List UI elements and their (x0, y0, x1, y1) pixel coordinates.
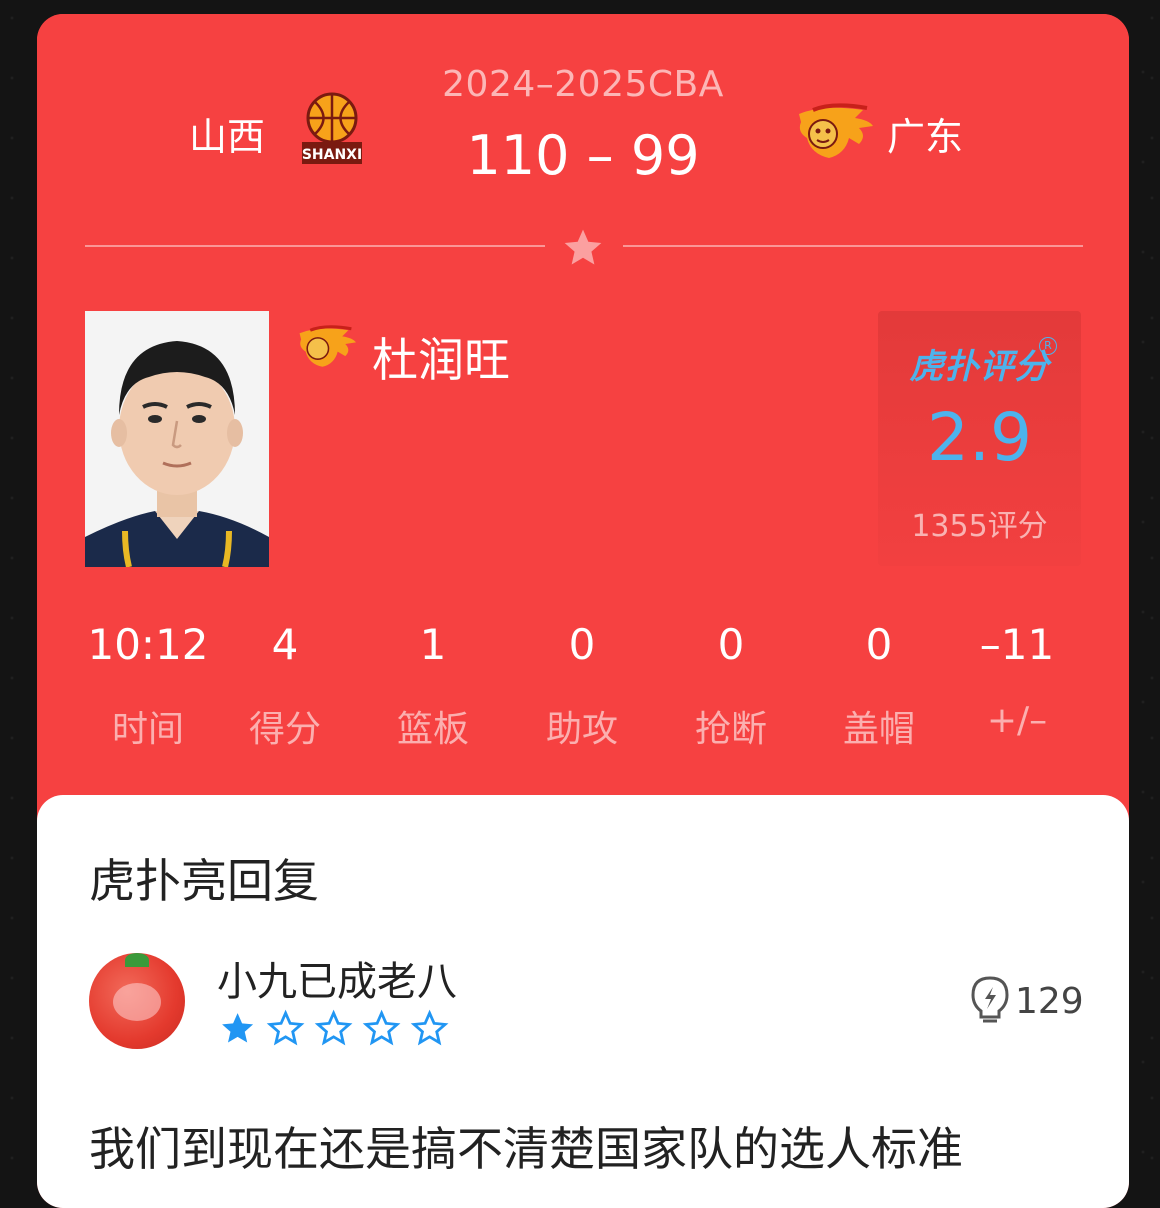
reply-section-title: 虎扑亮回复 (89, 854, 319, 908)
stat-value: 0 (865, 620, 893, 669)
stat-label: 盖帽 (842, 709, 915, 750)
player-portrait-icon (85, 311, 269, 567)
user-rating-stars (222, 1009, 449, 1046)
stat-value: –11 (979, 620, 1055, 669)
star-divider-icon (564, 229, 602, 265)
divider-left (85, 245, 545, 247)
rating-count: 1355评分 (911, 509, 1048, 544)
star-empty-icon (314, 1009, 353, 1046)
stat-label: +/– (986, 700, 1048, 741)
player-name[interactable]: 杜润旺 (372, 324, 510, 390)
avatar[interactable] (89, 953, 185, 1049)
avatar-leaf-icon (125, 953, 149, 967)
lightbulb-icon[interactable] (969, 975, 1011, 1027)
stat-value: 0 (717, 620, 745, 669)
light-count: 129 (1015, 981, 1084, 1022)
star-empty-icon (410, 1009, 449, 1046)
home-team-name[interactable]: 山西 (189, 106, 265, 161)
star-filled-icon (222, 1013, 254, 1043)
away-team-name[interactable]: 广东 (887, 106, 963, 161)
player-photo[interactable] (85, 311, 269, 567)
reply-comment[interactable]: 我们到现在还是搞不清楚国家队的选人标准 (89, 1113, 963, 1179)
star-empty-icon (266, 1009, 305, 1046)
stat-label: 时间 (111, 709, 184, 750)
shanxi-logo-text: SHANXI (302, 147, 362, 163)
guangdong-team-logo-icon[interactable] (793, 102, 877, 162)
reply-panel: 虎扑亮回复 小九已成老八 129 我们到现在还是搞不清楚国家队的选人标准 (37, 795, 1129, 1208)
stat-label: 抢断 (694, 709, 767, 750)
rating-value: 2.9 (927, 399, 1032, 476)
stat-label: 篮板 (396, 709, 469, 750)
player-team-logo-icon (299, 325, 356, 367)
avatar-face-icon (113, 983, 161, 1021)
rating-box[interactable]: 虎扑评分 R 2.9 1355评分 (878, 311, 1081, 566)
divider-right (623, 245, 1083, 247)
registered-mark-icon: R (1039, 337, 1057, 355)
stat-value: 1 (419, 620, 447, 669)
match-header: 2024–2025CBA 110 – 99 山西 SHANXI 广东 杜润旺 虎… (37, 14, 1129, 814)
stat-value: 4 (271, 620, 299, 669)
stat-value: 10:12 (87, 620, 209, 669)
reply-username[interactable]: 小九已成老八 (217, 949, 457, 1007)
player-rating-card: 2024–2025CBA 110 – 99 山西 SHANXI 广东 杜润旺 虎… (37, 14, 1129, 1208)
season-label: 2024–2025CBA (442, 64, 724, 105)
shanxi-team-logo-icon[interactable]: SHANXI (299, 92, 365, 168)
star-empty-icon (362, 1009, 401, 1046)
stat-label: 助攻 (545, 709, 618, 750)
stat-label: 得分 (248, 709, 321, 750)
stat-value: 0 (568, 620, 596, 669)
